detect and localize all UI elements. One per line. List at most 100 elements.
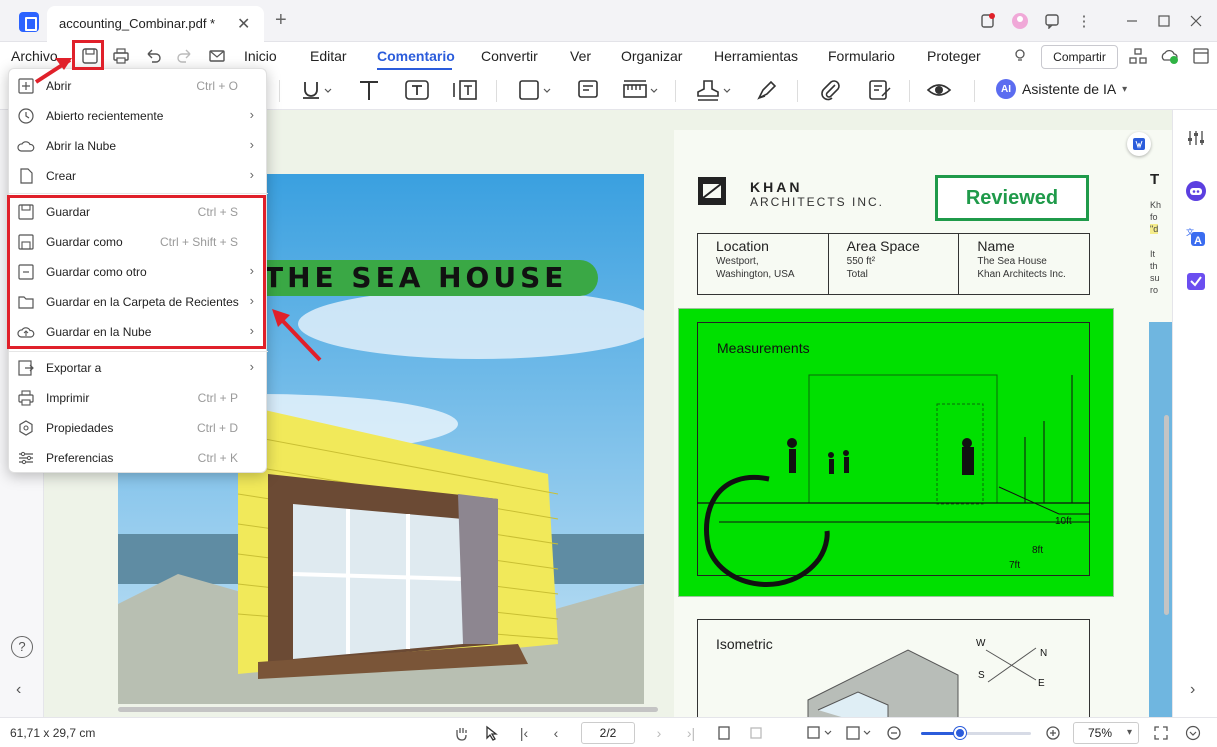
menu-item-crear[interactable]: Crear › [9,161,268,191]
properties-sliders-icon[interactable] [1186,128,1206,148]
last-page-icon[interactable]: ›| [682,724,700,742]
reviewed-stamp[interactable]: Reviewed [935,175,1089,221]
menu-inicio[interactable]: Inicio [244,48,277,64]
horizontal-scrollbar[interactable] [118,707,658,712]
compass-e: E [1038,678,1045,689]
edit-comment-icon[interactable] [868,78,892,102]
collapse-left-icon[interactable]: ‹ [16,681,21,699]
hand-tool-icon[interactable] [452,724,470,742]
menu-herramientas[interactable]: Herramientas [714,48,798,64]
minimize-icon[interactable] [1122,11,1142,31]
expand-right-icon[interactable]: › [1190,681,1195,699]
help-icon[interactable]: ? [11,636,33,658]
menu-formulario[interactable]: Formulario [828,48,895,64]
panel-toggle-icon[interactable] [1191,46,1211,66]
first-page-icon[interactable]: |‹ [515,724,533,742]
page-dimensions: 61,71 x 29,7 cm [10,726,96,740]
fullscreen-icon[interactable] [1152,724,1170,742]
menu-organizar[interactable]: Organizar [621,48,682,64]
fit-page-icon[interactable] [715,724,733,742]
clock-icon [17,107,35,125]
save-icon [17,203,35,221]
menu-item-guardar-como-otro[interactable]: Guardar como otro › [9,257,268,287]
measurements-section[interactable]: Measurements 10ft 8ft 7ft 30ft 8ft 6ft [678,308,1114,679]
more-options-icon[interactable]: ⋮ [1074,11,1094,31]
menu-ver[interactable]: Ver [570,48,591,64]
email-icon[interactable] [207,46,227,66]
textbox-tool-icon[interactable] [404,78,430,102]
new-tab-icon[interactable]: + [275,10,287,30]
zoom-slider-knob[interactable] [953,727,966,739]
menu-item-preferencias[interactable]: Preferencias Ctrl + K [9,443,268,473]
notification-icon[interactable] [978,11,998,31]
cloud-sync-icon[interactable] [1159,46,1179,66]
zoom-slider[interactable] [921,727,1031,739]
select-cursor-icon[interactable] [483,724,501,742]
page-number-input[interactable]: 2/2 [581,722,635,744]
menu-item-exportar[interactable]: Exportar a › [9,353,268,383]
menu-convertir[interactable]: Convertir [481,48,538,64]
menu-item-guardar[interactable]: Guardar Ctrl + S [9,197,268,227]
export-icon [17,359,35,377]
workflow-icon[interactable] [1128,46,1148,66]
save-as-other-icon [17,263,35,281]
preferences-sliders-icon [17,449,35,467]
close-window-icon[interactable] [1186,11,1206,31]
toolbar-divider [675,80,676,102]
visibility-eye-icon[interactable] [926,78,952,102]
create-file-icon [17,167,35,185]
zoom-level-select[interactable]: 75% ▾ [1073,722,1139,744]
rotate-icon[interactable] [747,724,765,742]
page-layout-icon[interactable] [845,724,871,742]
stamp-tool-icon[interactable] [696,78,732,102]
menu-item-guardar-nube[interactable]: Guardar en la Nube › [9,317,268,347]
lightbulb-icon[interactable] [1010,46,1030,66]
save-icon[interactable] [80,46,100,66]
menu-archivo[interactable]: Archivo [11,48,58,64]
menu-item-abrir[interactable]: Abrir Ctrl + O [9,71,268,101]
document-tab[interactable]: accounting_Combinar.pdf * ✕ [47,6,264,42]
chevron-right-icon: › [249,167,254,182]
menu-comentario[interactable]: Comentario [377,48,455,64]
translate-icon[interactable]: A文 [1185,226,1207,248]
measure-tool-icon[interactable] [622,78,658,102]
avatar[interactable] [1010,11,1030,31]
shape-tool-icon[interactable] [518,78,552,102]
menu-item-propiedades[interactable]: Propiedades Ctrl + D [9,413,268,443]
print-icon[interactable] [111,46,131,66]
signature-pen-icon[interactable] [755,78,779,102]
redo-icon[interactable] [175,46,195,66]
menu-item-imprimir[interactable]: Imprimir Ctrl + P [9,383,268,413]
select-mode-icon[interactable] [806,724,832,742]
feedback-icon[interactable] [1042,11,1062,31]
tab-close-icon[interactable]: ✕ [237,14,250,34]
note-tool-icon[interactable] [577,78,599,102]
right-sidebar: A文 › [1172,110,1217,717]
undo-icon[interactable] [143,46,163,66]
ai-robot-icon[interactable] [1185,180,1207,202]
menu-item-guardar-como[interactable]: Guardar como Ctrl + Shift + S [9,227,268,257]
page3-text-7: ro [1150,285,1159,295]
vertical-scrollbar[interactable] [1164,415,1169,615]
zoom-out-icon[interactable] [885,724,903,742]
zoom-level-value: 75% [1088,726,1113,740]
menu-item-guardar-recientes[interactable]: Guardar en la Carpeta de Recientes › [9,287,268,317]
underline-tool-icon[interactable] [300,78,332,102]
next-page-icon[interactable]: › [650,724,668,742]
word-convert-icon[interactable] [1127,132,1151,156]
menu-item-open-cloud[interactable]: Abrir la Nube › [9,131,268,161]
collapse-status-icon[interactable] [1184,724,1202,742]
maximize-icon[interactable] [1154,11,1174,31]
menu-editar[interactable]: Editar [310,48,347,64]
attachment-icon[interactable] [818,78,842,102]
menu-proteger[interactable]: Proteger [927,48,981,64]
previous-page-icon[interactable]: ‹ [547,724,565,742]
menu-item-recent[interactable]: Abierto recientemente › [9,101,268,131]
task-check-icon[interactable] [1185,270,1207,292]
callout-tool-icon[interactable] [452,78,478,102]
ai-assistant-button[interactable]: AI Asistente de IA ▾ [996,79,1127,99]
text-tool-icon[interactable] [358,78,380,102]
share-button[interactable]: Compartir [1041,45,1118,69]
zoom-in-icon[interactable] [1044,724,1062,742]
project-info-table: Location Westport, Washington, USA Area Sp… [697,233,1090,295]
